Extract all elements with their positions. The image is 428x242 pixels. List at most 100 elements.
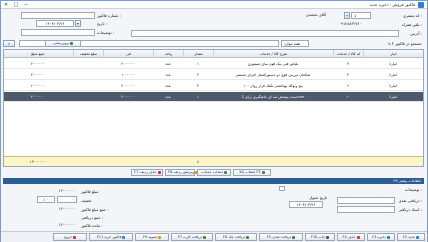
customer-code-input[interactable]: 1 [351, 12, 371, 19]
cell-unit: عدد [165, 73, 171, 77]
cell-code: ۶ [347, 84, 349, 88]
col-code[interactable]: کد کالا / خدمات [333, 50, 363, 58]
search-button[interactable]: ⌕ [3, 40, 15, 47]
print-button[interactable]: F10 چاپ [305, 233, 335, 241]
cell-total: ۲۰۰۰۰۰۰ [30, 62, 45, 66]
grid-header: انبار کد کالا / خدمات شرح کالا / خدمات م… [4, 50, 423, 58]
cell-qty: ۱ [197, 95, 199, 99]
total-value: ۱۲۰۰۰۰۰۰ [58, 206, 75, 211]
notes-input[interactable] [279, 186, 285, 191]
remain-value: ۱۲۰۰۰۰۰۰ [58, 222, 75, 227]
notes-label: توضیحات : [404, 187, 422, 192]
cell-unit: عدد [165, 62, 171, 66]
check-date-label: تاریخ تحویل [309, 195, 328, 200]
title-bar: فاکتور فروش - ذخیره جدید ✕ □ ─ [1, 1, 427, 9]
prepay-label: جمع دریافتی : [81, 215, 104, 220]
discount-pct-input[interactable]: ٪ ۰ [37, 196, 55, 203]
sum-label: مبلغ فاکتور [81, 189, 99, 194]
cell-price: ۲۰۰۰۰۰۰ [121, 95, 135, 99]
discount-value-input[interactable]: ۰ [57, 196, 77, 203]
add-service-button[interactable]: انتخاب خدمات [197, 169, 231, 176]
col-unit[interactable]: واحد [153, 50, 183, 58]
settle-button[interactable]: F9 تسویه [135, 233, 169, 241]
phone-label: تلفن همراه : [401, 22, 422, 27]
phone-value: ۰۹۱۲۸۸۶۲۷۶۰ [339, 21, 362, 26]
table-row[interactable]: انبار1 ۶ پنج ونوکاد بهداشتی نکتک قرار رو… [4, 81, 423, 91]
cell-total: ۲۰۰۰۰۰۰ [30, 95, 45, 99]
address-input[interactable] [131, 30, 399, 37]
more-info-header[interactable]: F9 اطلاعات پیشتر [3, 178, 424, 184]
save-button[interactable]: F3 ذخیره [367, 233, 395, 241]
summary-total: ۱۲۰۰۰۰۰۰ [29, 160, 46, 164]
cell-price: ۱۰۰۰۰۰۰ [121, 73, 135, 77]
cell-code: ۱۰ [346, 95, 350, 99]
cell-unit: عدد [165, 95, 171, 99]
cell-discount [73, 81, 103, 91]
table-row[interactable]: انبار1 ۴ شکمان دوربین قوی دو دستورالعمل … [4, 70, 423, 80]
table-row[interactable]: انبار1 ۳ بلیاش فنی بیک قوم سای منیموری ۱… [4, 59, 423, 69]
col-description[interactable]: شرح کالا / خدمات [213, 50, 333, 58]
cell-code: ۴ [347, 73, 349, 77]
cell-total: ۶۰۰۰۰۰۰ [30, 84, 45, 88]
cell-discount [73, 70, 103, 80]
refresh-button[interactable]: بروزرسانی [45, 40, 81, 47]
cell-warehouse: انبار1 [388, 95, 398, 99]
delete-row-button[interactable]: F7 حذف ردیف [131, 169, 163, 176]
col-warehouse[interactable]: انبار [363, 50, 423, 58]
bottom-toolbar: F2 جدید F3 ذخیره F4 حذف F10 چاپ F5 دریاف… [1, 231, 427, 242]
items-grid: انبار کد کالا / خدمات شرح کالا / خدمات م… [3, 49, 424, 167]
invoice-no-input[interactable] [21, 12, 95, 19]
check-receipt-button[interactable]: F6 دریافت چک [215, 233, 257, 241]
remain-label: مانده فاکتور : [81, 223, 103, 228]
cash-receipt-button[interactable]: F5 دریافت نقدی [259, 233, 303, 241]
total-label: جمع مبلغ فاکتور : [81, 207, 109, 212]
cell-warehouse: انبار1 [388, 84, 398, 88]
date-input[interactable]: ۱۴۰۳/۰۳/۲۶ [36, 20, 74, 27]
add-item-button[interactable]: انتخاب کالا F5 [233, 169, 271, 176]
prepay-value [39, 214, 77, 221]
sum-value: ۱۲۰۰۰۰۰۰ [58, 188, 75, 193]
desc-label: توضیحات : [97, 30, 115, 35]
grid-summary-row: ۷ ۱۲۰۰۰۰۰۰ [4, 156, 423, 166]
delete-button[interactable]: F4 حذف [337, 233, 365, 241]
close-icon[interactable]: ✕ [1, 1, 11, 9]
cell-discount [73, 59, 103, 69]
bank-select[interactable] [337, 206, 395, 213]
cell-qty: ۳ [197, 84, 199, 88]
cell-warehouse: انبار1 [388, 73, 398, 77]
edit-row-button[interactable]: F8 ویرایش ردیف [165, 169, 198, 176]
receipt-select[interactable] [337, 197, 395, 204]
search-label: جستجو در فاکتور ۳ تا [388, 41, 422, 46]
cell-total: ۲۰۰۰۰۰۰ [30, 73, 45, 77]
desc-input[interactable] [21, 29, 95, 36]
col-total[interactable]: جمع مبلغ [4, 50, 73, 58]
col-discount[interactable]: مبلغ تخفیف [73, 50, 103, 58]
col-qty[interactable]: مقدار [183, 50, 213, 58]
calendar-icon[interactable]: ▾ [75, 20, 81, 27]
exit-button[interactable]: خروج [53, 233, 87, 241]
cell-price: ۲۰۰۰۰۰۰ [121, 84, 135, 88]
app-icon [418, 2, 424, 8]
cell-code: ۳ [347, 62, 349, 66]
cell-qty: ۲ [197, 73, 199, 77]
cell-unit: عدد [165, 84, 171, 88]
receipt-label: دریافتی نقدی : [398, 198, 422, 203]
add-customer-button[interactable]: + [344, 12, 350, 19]
card-receipt-button[interactable]: F7 دریافت کارت [171, 233, 213, 241]
new-button[interactable]: F2 جدید [397, 233, 425, 241]
purchase-invoice-button[interactable]: F11 فاکتور خرید [89, 233, 133, 241]
customer-label: کد مشتری : [402, 13, 422, 18]
maximize-icon[interactable]: □ [11, 1, 21, 9]
cell-price: ۲۰۰۰۰۰۰ [121, 62, 135, 66]
cell-description: پنج ونوکاد بهداشتی نکتک قرار روان ۱۰۰ [243, 84, 303, 88]
cell-description: شکمان دوربین قوی دو دستورالعمل اجرای مست… [235, 73, 311, 77]
cell-description: بلیاش فنی بیک قوم سای منیموری [247, 62, 299, 66]
cell-discount [73, 92, 103, 102]
check-date-input[interactable]: ۱۴۰۳/۰۳/۲۶ [289, 201, 323, 208]
minimize-icon[interactable]: ─ [21, 1, 31, 9]
table-row-selected[interactable]: انبار1 ۱۰ سنت پوشش لبه ای ماهیگیری برای … [4, 92, 423, 102]
window-title: فاکتور فروش - ذخیره جدید [369, 2, 415, 7]
invoice-window: فاکتور فروش - ذخیره جدید ✕ □ ─ کد مشتری … [0, 0, 428, 242]
search-mode-select[interactable]: همه موارد [281, 40, 309, 47]
col-price[interactable]: فی [103, 50, 153, 58]
